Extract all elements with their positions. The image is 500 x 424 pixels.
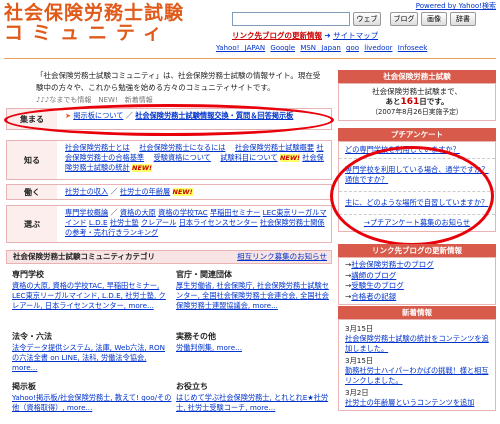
dir-section-useful: お役立ち はじめて学ぶ社会保険労務士, とれとれE★社労士, 社労士受験コーチ,… <box>176 382 336 413</box>
blog-link[interactable]: 受験生のブログ <box>351 281 404 290</box>
sitemap-icon: ➜ <box>324 31 331 40</box>
exam-countdown-title: 社会保険労務士試験 <box>338 70 496 83</box>
choose-link-6[interactable]: L.D.E <box>89 218 108 227</box>
know-link-1[interactable]: 社会保険労務士とは <box>65 143 130 152</box>
choose-link-9[interactable]: 日本ライセンスセンター <box>179 218 258 227</box>
category-work: 働く 社労士の収入 ／ 社労士の年齢層 NEW! <box>6 184 332 200</box>
know-link-3[interactable]: 社会保険労務士試験概要 <box>235 143 314 152</box>
portal-link-infoseek[interactable]: Infoseek <box>398 44 428 52</box>
powered-by-link[interactable]: Powered by Yahoo!検索 <box>416 1 496 11</box>
blog-updates-link[interactable]: リンク先ブログの更新情報 <box>232 31 322 40</box>
choose-link-2[interactable]: 資格の大原 <box>120 208 156 217</box>
news-box: 新着情報 3月15日 社会保険労務士試験の統計をコンテンツを追加しました。 3月… <box>338 306 496 411</box>
work-link-income[interactable]: 社労士の収入 <box>65 187 108 196</box>
portal-link-goo[interactable]: goo <box>346 44 359 52</box>
category-label: 知る <box>7 141 57 179</box>
dir-section-practice: 実務その他 労働判例集, more... <box>176 332 336 353</box>
choose-link-8[interactable]: クレアール <box>141 218 177 227</box>
choose-link-3[interactable]: 資格の学校TAC <box>158 208 208 217</box>
days-suffix: 日です。 <box>419 97 449 106</box>
logo-line-2: コミュニティ <box>4 22 171 44</box>
exam-countdown-box: 社会保険労務士試験 社会保険労務士試験まで、 あと161日です。 （2007年8… <box>338 70 496 121</box>
days-count: 161 <box>400 97 420 107</box>
section-links[interactable]: 厚生労働省, 社会保険庁, 社会保険労務士試験センター, 全国社会保険労務士会連… <box>176 281 336 311</box>
new-badge: NEW! <box>172 188 193 196</box>
header-divider <box>4 58 496 59</box>
survey-title: プチアンケート <box>338 128 496 141</box>
new-badge: NEW! <box>132 164 153 172</box>
section-links[interactable]: 資格の大原, 資格の学校TAC, 早稲田セミナー, LEC東京リーガルマインド,… <box>12 281 172 311</box>
days-prefix: あと <box>385 97 401 106</box>
choose-link-7[interactable]: 社労士塾 <box>110 218 139 227</box>
highlight-oval-survey <box>330 146 494 246</box>
know-link-5[interactable]: 受験資格について <box>154 153 211 162</box>
dir-section-boards: 掲示板 Yahoo!掲示板/社会保険労務士, 教えて! goo/その他（資格取得… <box>12 382 172 413</box>
blog-link[interactable]: 合格者の記録 <box>351 292 396 301</box>
category-know: 知る 社会保険労務士とは 社会保険労務士になるには 社会保険労務士試験概要 社会… <box>6 140 332 180</box>
section-title: 実務その他 <box>176 332 216 341</box>
section-links[interactable]: 労働判例集, more... <box>176 343 336 353</box>
directory-title: 社会保険労務士試験コミュニティカテゴリ <box>13 252 156 261</box>
work-link-age[interactable]: 社労士の年齢層 <box>120 187 170 196</box>
blog-link-item[interactable]: →講師のブログ <box>345 271 489 282</box>
dir-section-schools: 専門学校 資格の大原, 資格の学校TAC, 早稲田セミナー, LEC東京リーガル… <box>12 270 172 311</box>
site-intro: 「社会保険労務士試験コミュニティ」は、社会保険労務士試験の情報サイト。現在受験中… <box>36 71 321 92</box>
portal-link-yahoo[interactable]: Yahoo! JAPAN <box>216 44 265 52</box>
directory-header: 社会保険労務士試験コミュニティカテゴリ 相互リンク募集のお知らせ <box>6 250 332 264</box>
news-item[interactable]: 勤務社労士ハイパーわかばの挑戦！様と相互リンクしました。 <box>345 366 489 386</box>
new-badge: NEW! <box>279 154 300 162</box>
blog-link[interactable]: 講師のブログ <box>351 271 396 280</box>
dir-section-agencies: 官庁・関連団体 厚生労働省, 社会保険庁, 社会保険労務士試験センター, 全国社… <box>176 270 336 311</box>
news-title: 新着情報 <box>338 306 496 319</box>
blog-search-button[interactable]: ブログ <box>390 12 418 26</box>
section-title: 法令・六法 <box>12 332 52 341</box>
blog-link-item[interactable]: →社会保険労務士のブログ <box>345 260 489 271</box>
dictionary-search-button[interactable]: 辞書 <box>450 12 476 26</box>
blog-link-item[interactable]: →受験生のブログ <box>345 281 489 292</box>
know-link-6[interactable]: 試験科目について <box>220 153 277 162</box>
mutual-link-notice[interactable]: 相互リンク募集のお知らせ <box>237 251 327 263</box>
section-links[interactable]: はじめて学ぶ社会保険労務士, とれとれE★社労士, 社労士受験コーチ, more… <box>176 393 336 413</box>
section-title: 官庁・関連団体 <box>176 270 232 279</box>
category-label: 働く <box>7 185 57 199</box>
web-search-button[interactable]: ウェブ <box>353 12 381 26</box>
dir-section-laws: 法令・六法 法令データ提供システム, 法庫, Web六法, RONの六法全書 o… <box>12 332 172 373</box>
logo-line-1: 社会保険労務士試験 <box>4 2 185 24</box>
category-label: 選ぶ <box>7 206 57 242</box>
header-links: リンク先ブログの更新情報 ➜ サイトマップ <box>232 30 378 41</box>
section-title: 専門学校 <box>12 270 44 279</box>
news-item[interactable]: 社労士の年齢層というコンテンツを追加 <box>345 398 489 408</box>
news-date: 3月15日 <box>345 324 374 333</box>
blog-links-box: リンク先ブログの更新情報 →社会保険労務士のブログ →講師のブログ →受験生のブ… <box>338 244 496 305</box>
blog-links-title: リンク先ブログの更新情報 <box>338 244 496 257</box>
section-title: お役立ち <box>176 382 208 391</box>
portal-link-livedoor[interactable]: livedoor <box>364 44 392 52</box>
sitemap-link[interactable]: サイトマップ <box>333 31 378 40</box>
news-item[interactable]: 社会保険労務士試験の統計をコンテンツを追加しました。 <box>345 334 489 354</box>
portal-links: Yahoo! JAPAN Google MSN Japan goo livedo… <box>216 44 427 52</box>
image-search-button[interactable]: 画像 <box>421 12 447 26</box>
know-link-2[interactable]: 社会保険労務士になるには <box>139 143 225 152</box>
portal-link-google[interactable]: Google <box>270 44 295 52</box>
search-input[interactable] <box>232 12 350 26</box>
blog-link-item[interactable]: →合格者の記録 <box>345 292 489 303</box>
portal-link-msn[interactable]: MSN Japan <box>300 44 340 52</box>
section-links[interactable]: Yahoo!掲示板/社会保険労務士, 教えて! goo/その他（資格取得）, m… <box>12 393 172 413</box>
exam-line: 社会保険労務士試験まで、 <box>372 87 462 96</box>
section-links[interactable]: 法令データ提供システム, 法庫, Web六法, RONの六法全書 on LINE… <box>12 343 172 373</box>
exam-note: （2007年8月26日実施予定） <box>371 108 463 116</box>
site-logo[interactable]: 社会保険労務士試験 コミュニティ <box>4 3 234 43</box>
choose-link-1[interactable]: 専門学校概論 <box>65 208 108 217</box>
exam-days-line: あと161日です。 <box>341 97 493 107</box>
news-date: 3月15日 <box>345 356 374 365</box>
category-choose: 選ぶ 専門学校概論 ／ 資格の大原 資格の学校TAC 早稲田セミナー LEC東京… <box>6 205 332 243</box>
highlight-oval-board <box>4 104 334 136</box>
blog-link[interactable]: 社会保険労務士のブログ <box>351 260 434 269</box>
news-date: 3月2日 <box>345 388 369 397</box>
choose-link-4[interactable]: 早稲田セミナー <box>210 208 260 217</box>
section-title: 掲示板 <box>12 382 36 391</box>
